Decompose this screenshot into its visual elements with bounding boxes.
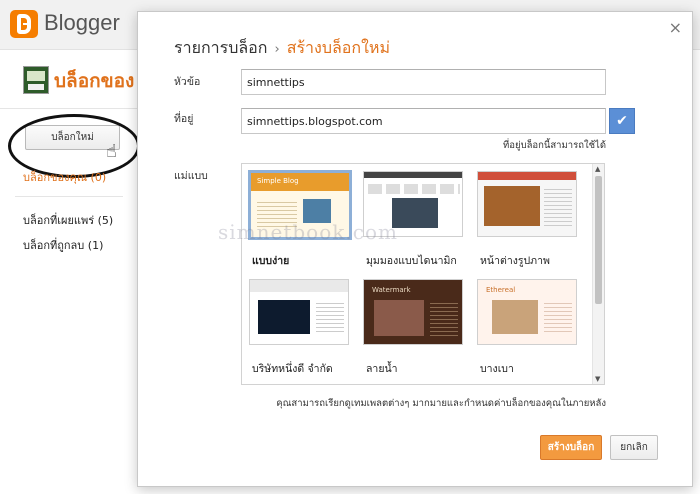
breadcrumb-parent[interactable]: รายการบล็อก xyxy=(174,38,267,57)
scroll-thumb[interactable] xyxy=(595,176,602,304)
address-label: ที่อยู่ xyxy=(174,113,194,125)
new-blog-dialog: × รายการบล็อก › สร้างบล็อกใหม่ หัวข้อ ที่อ… xyxy=(137,11,693,487)
blog-of-label: บล็อกของ ส xyxy=(54,70,138,92)
template-footer-note: คุณสามารถเรียกดูเทมเพลตต่างๆ มากมายและกำ… xyxy=(276,398,606,409)
template-gallery: Simple Blog แบบง่าย มุมมองแบบไดนามิก หน้… xyxy=(241,163,605,385)
template-caption: Watermark xyxy=(372,286,411,294)
sidebar-item-published[interactable]: บล็อกที่เผยแพร่ (5) xyxy=(23,211,113,229)
create-blog-button[interactable]: สร้างบล็อก xyxy=(540,435,602,460)
blogger-logo-icon xyxy=(10,10,38,38)
template-name: บริษัทหนึ่งดี จำกัด xyxy=(252,363,333,375)
breadcrumb-current: สร้างบล็อกใหม่ xyxy=(286,38,391,57)
template-name: หน้าต่างรูปภาพ xyxy=(480,255,550,267)
sidebar-item-my-blogs[interactable]: บล็อกของคุณ (0) xyxy=(23,168,106,186)
template-item-picture-window[interactable]: หน้าต่างรูปภาพ xyxy=(474,168,580,273)
template-name: บางเบา xyxy=(480,363,514,375)
app-name: Blogger xyxy=(44,10,120,35)
address-input[interactable] xyxy=(241,108,606,134)
template-name: มุมมองแบบไดนามิก xyxy=(366,255,457,267)
blog-avatar xyxy=(23,66,49,94)
breadcrumb: รายการบล็อก › สร้างบล็อกใหม่ xyxy=(174,36,390,61)
sidebar-item-deleted[interactable]: บล็อกที่ถูกลบ (1) xyxy=(23,236,103,254)
template-thumbnail xyxy=(249,279,349,345)
address-available-hint: ที่อยู่บล็อกนี้สามารถใช้ได้ xyxy=(503,140,606,151)
address-check-icon: ✔ xyxy=(609,108,635,134)
template-item-awesome-inc[interactable]: บริษัทหนึ่งดี จำกัด xyxy=(246,276,352,381)
template-thumbnail xyxy=(477,171,577,237)
template-item-watermark[interactable]: Watermark ลายน้ำ xyxy=(360,276,466,381)
template-thumbnail: Watermark xyxy=(363,279,463,345)
title-input[interactable] xyxy=(241,69,606,95)
hand-cursor-icon: ☝ xyxy=(106,141,117,162)
template-thumbnail: Ethereal xyxy=(477,279,577,345)
template-item-ethereal[interactable]: Ethereal บางเบา xyxy=(474,276,580,381)
sidebar-divider xyxy=(15,196,123,197)
watermark-text: simnetbook.com xyxy=(218,220,398,244)
scroll-up-icon[interactable]: ▲ xyxy=(595,165,600,173)
close-icon[interactable]: × xyxy=(669,18,682,37)
template-name: แบบง่าย xyxy=(252,255,290,267)
sidebar-divider xyxy=(0,108,140,109)
title-label: หัวข้อ xyxy=(174,76,201,88)
template-caption: Ethereal xyxy=(486,286,516,294)
breadcrumb-separator: › xyxy=(274,42,280,57)
scroll-down-icon[interactable]: ▼ xyxy=(595,375,600,383)
template-scrollbar[interactable]: ▲ ▼ xyxy=(592,164,604,384)
template-label: แม่แบบ xyxy=(174,170,208,182)
template-caption: Simple Blog xyxy=(257,177,299,185)
template-name: ลายน้ำ xyxy=(366,363,398,375)
cancel-button[interactable]: ยกเลิก xyxy=(610,435,658,460)
